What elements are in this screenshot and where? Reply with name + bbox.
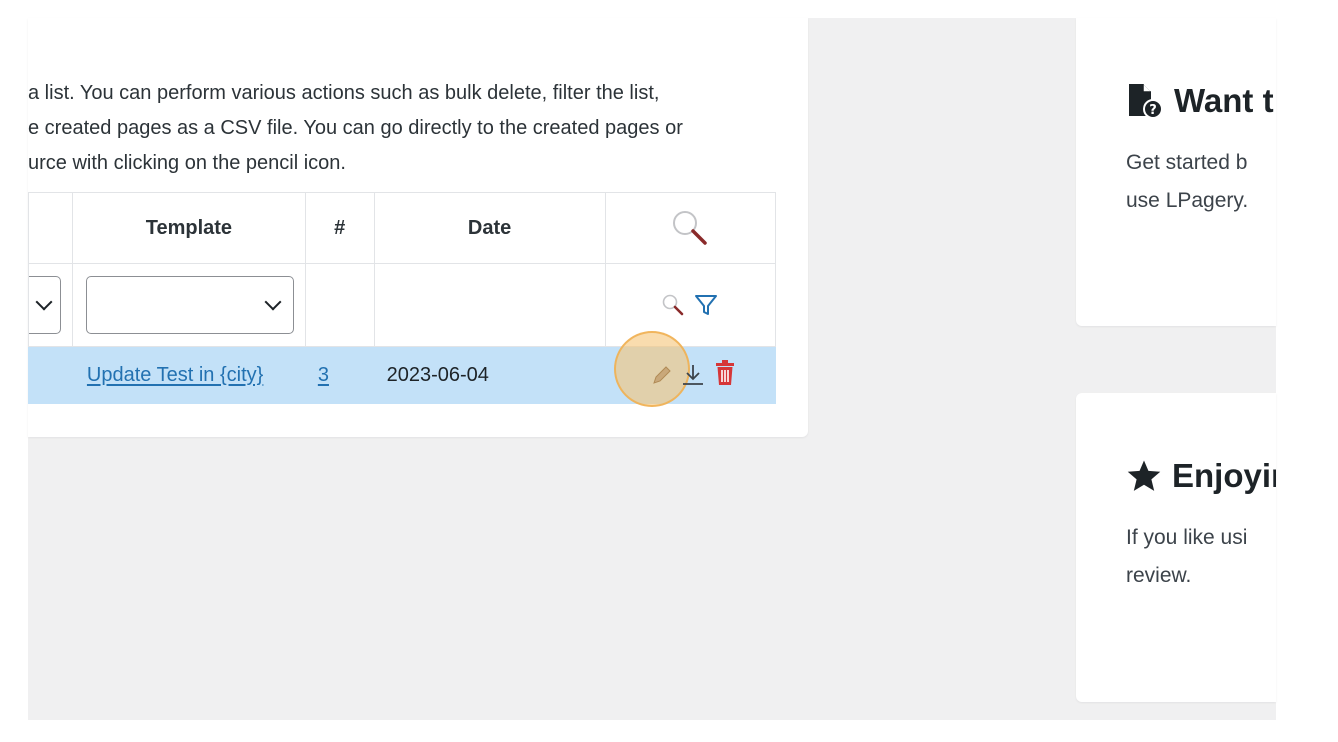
search-icon[interactable] [670,208,710,248]
intro-line-3: urce with clicking on the pencil icon. [28,152,346,174]
table-row: Update Test in {city} 3 2023-06-04 [28,331,777,407]
filter-cell-actions [604,263,777,347]
intro-line-1: a list. You can perform various actions … [28,82,660,104]
card-text-line-1: Get started b [1126,151,1248,174]
row-cell-partial [28,346,73,404]
card-title: ? Want t [1126,82,1274,120]
created-pages-table: Template # Date Update Test in {city} 3 … [28,192,777,407]
filter-cell-date [373,263,606,347]
template-link[interactable]: Update Test in {city} [87,364,263,386]
file-question-icon: ? [1129,84,1163,119]
search-icon[interactable] [661,293,685,317]
count-link[interactable]: 3 [318,364,329,386]
created-pages-card: a list. You can perform various actions … [28,18,808,437]
row-cell-date: 2023-06-04 [373,346,606,404]
template-filter-select[interactable] [85,276,294,334]
filter-cell-partial [28,263,73,347]
column-header-search[interactable] [604,192,777,264]
row-cell-count: 3 [304,346,375,404]
star-icon [1127,460,1161,491]
column-header-date[interactable]: Date [373,192,606,264]
intro-line-2: e created pages as a CSV file. You can g… [28,117,683,139]
pencil-icon[interactable] [650,363,674,387]
enjoying-card: Enjoyin If you like usi review. [1076,393,1276,702]
chevron-down-icon [264,293,282,311]
card-text-line-2: use LPagery. [1126,189,1249,212]
card-text-line-2: review. [1126,564,1192,587]
partial-filter-select[interactable] [29,276,61,334]
filter-icon[interactable] [693,292,719,318]
want-to-card: ? Want t Get started b use LPagery. [1076,18,1276,326]
trash-icon[interactable] [714,360,736,386]
card-title: Enjoyin [1126,457,1276,495]
row-cell-template: Update Test in {city} [71,346,306,404]
intro-text: a list. You can perform various actions … [28,76,788,181]
column-header-partial [28,192,73,264]
filter-cell-template [71,263,306,347]
filter-cell-count [304,263,375,347]
svg-text:?: ? [1149,103,1157,118]
chevron-down-icon [35,293,53,311]
download-icon[interactable] [680,362,706,388]
card-title-text: Want t [1174,82,1274,119]
column-header-template[interactable]: Template [71,192,306,264]
card-title-text: Enjoyin [1172,457,1276,494]
row-cell-actions [604,331,777,407]
card-text-line-1: If you like usi [1126,526,1248,549]
card-text: Get started b use LPagery. [1126,144,1248,220]
table-header-row: Template # Date [28,192,777,264]
column-header-count[interactable]: # [304,192,375,264]
card-text: If you like usi review. [1126,519,1247,595]
